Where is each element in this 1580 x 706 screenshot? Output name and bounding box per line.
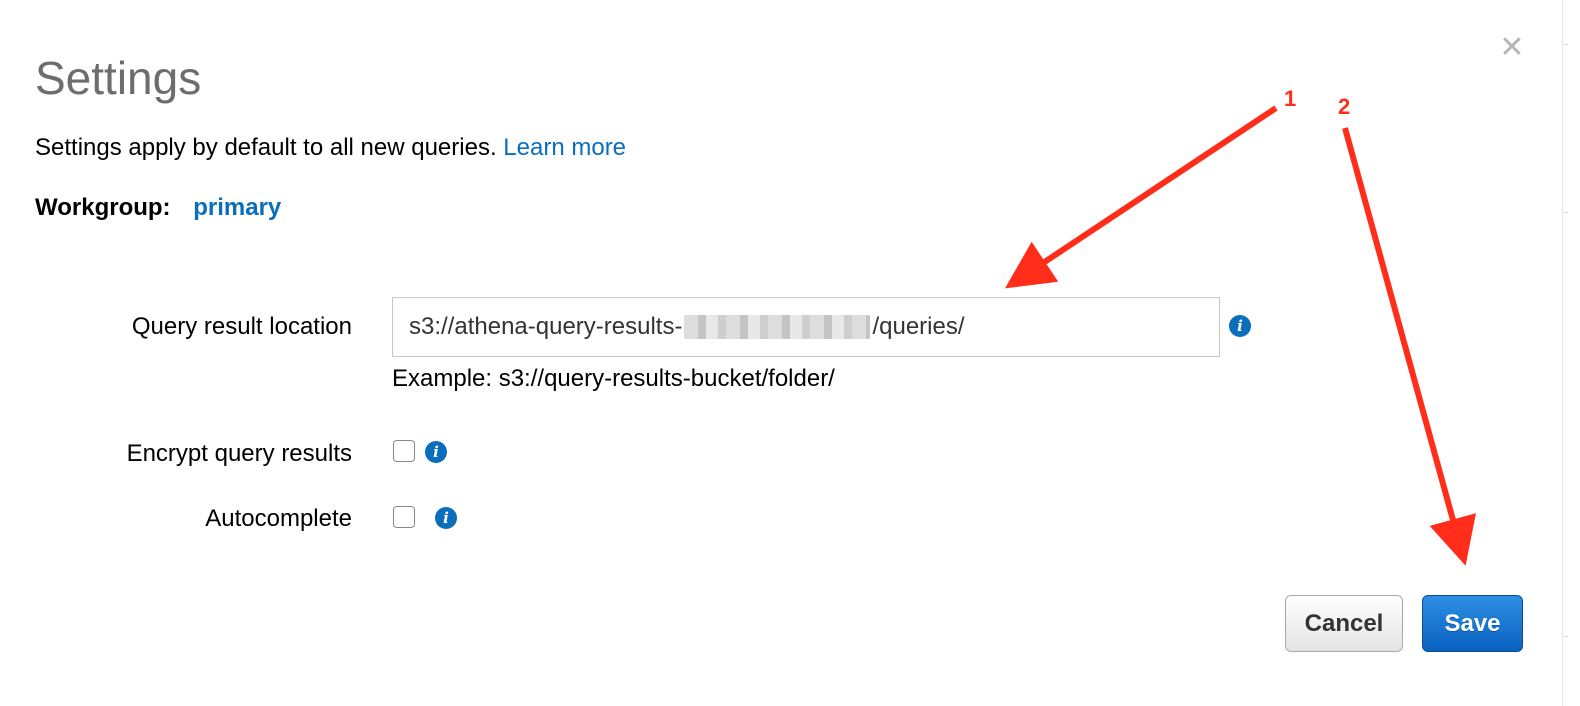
workgroup-row: Workgroup: primary bbox=[35, 193, 281, 223]
settings-dialog: ✕ Settings Settings apply by default to … bbox=[0, 0, 1580, 706]
background-edge-tick bbox=[1563, 212, 1568, 213]
learn-more-link[interactable]: Learn more bbox=[503, 134, 626, 161]
workgroup-link[interactable]: primary bbox=[193, 194, 281, 221]
cancel-button[interactable]: Cancel bbox=[1285, 595, 1403, 652]
encrypt-query-results-label: Encrypt query results bbox=[126, 440, 352, 467]
save-button[interactable]: Save bbox=[1422, 595, 1523, 652]
redacted-account-id bbox=[684, 315, 871, 339]
workgroup-label: Workgroup: bbox=[35, 194, 171, 221]
info-icon[interactable]: i bbox=[425, 441, 447, 463]
query-result-location-label: Query result location bbox=[131, 313, 352, 340]
input-value-suffix: /queries/ bbox=[872, 313, 965, 340]
annotation-label-1: 1 bbox=[1284, 86, 1297, 111]
annotation-label-2: 2 bbox=[1338, 94, 1351, 119]
input-value-prefix: s3://athena-query-results- bbox=[409, 313, 683, 340]
background-edge-tick bbox=[1563, 44, 1568, 45]
close-icon[interactable]: ✕ bbox=[1498, 32, 1526, 64]
info-icon[interactable]: i bbox=[1229, 315, 1251, 337]
info-icon[interactable]: i bbox=[435, 507, 457, 529]
background-edge bbox=[1562, 0, 1563, 706]
dialog-subtitle: Settings apply by default to all new que… bbox=[35, 133, 626, 163]
encrypt-query-results-checkbox[interactable] bbox=[393, 440, 415, 462]
autocomplete-label: Autocomplete bbox=[205, 505, 352, 532]
query-result-example: Example: s3://query-results-bucket/folde… bbox=[392, 365, 835, 392]
annotation-arrow-1 bbox=[1005, 105, 1278, 289]
background-edge-tick bbox=[1563, 636, 1568, 637]
autocomplete-checkbox[interactable] bbox=[393, 506, 415, 528]
subtitle-text: Settings apply by default to all new que… bbox=[35, 134, 497, 161]
query-result-location-input[interactable]: s3://athena-query-results- /queries/ bbox=[392, 297, 1220, 357]
dialog-title: Settings bbox=[35, 52, 202, 104]
annotation-arrow-2 bbox=[1342, 127, 1476, 566]
